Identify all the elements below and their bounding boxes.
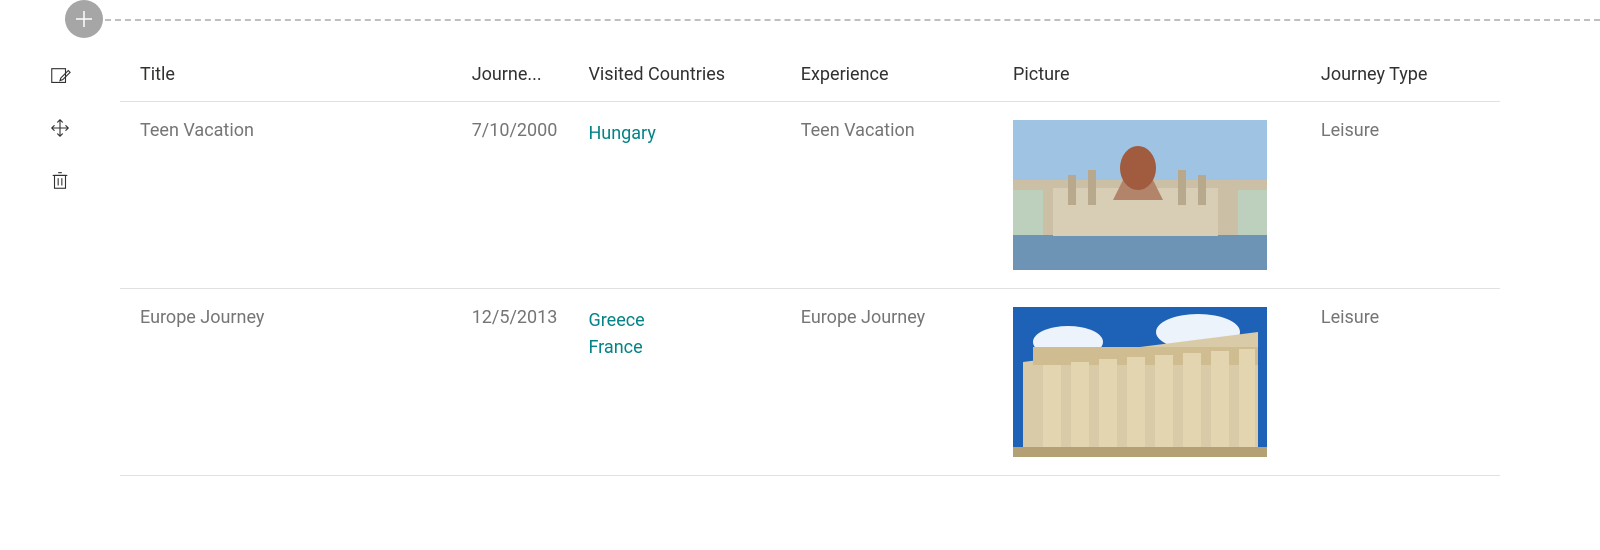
cell-experience: Teen Vacation: [789, 102, 1001, 289]
cell-type: Leisure: [1309, 289, 1500, 476]
dashed-divider-line: [65, 19, 1600, 21]
item-toolbar: [0, 46, 120, 476]
cell-title: Europe Journey: [120, 289, 460, 476]
plus-icon: [75, 10, 93, 28]
cell-countries: Hungary: [576, 102, 788, 289]
cell-date: 7/10/2000: [460, 102, 577, 289]
journey-picture: [1013, 120, 1267, 270]
country-link[interactable]: Hungary: [588, 120, 776, 147]
trash-icon: [49, 169, 71, 191]
edit-icon: [49, 65, 71, 87]
cell-title: Teen Vacation: [120, 102, 460, 289]
table-row[interactable]: Teen Vacation 7/10/2000 Hungary Teen Vac…: [120, 102, 1500, 289]
column-header-countries[interactable]: Visited Countries: [576, 46, 788, 102]
country-link[interactable]: Greece: [588, 307, 776, 334]
move-button[interactable]: [48, 116, 72, 140]
country-link[interactable]: France: [588, 334, 776, 361]
cell-countries: Greece France: [576, 289, 788, 476]
edit-button[interactable]: [48, 64, 72, 88]
cell-experience: Europe Journey: [789, 289, 1001, 476]
table-row[interactable]: Europe Journey 12/5/2013 Greece France E…: [120, 289, 1500, 476]
add-button[interactable]: [65, 0, 103, 38]
column-header-experience[interactable]: Experience: [789, 46, 1001, 102]
delete-button[interactable]: [48, 168, 72, 192]
section-divider: [0, 0, 1600, 40]
move-icon: [49, 117, 71, 139]
column-header-picture[interactable]: Picture: [1001, 46, 1309, 102]
cell-date: 12/5/2013: [460, 289, 577, 476]
cell-picture: [1001, 102, 1309, 289]
column-header-date[interactable]: Journe...: [460, 46, 577, 102]
journey-picture: [1013, 307, 1267, 457]
table-header-row: Title Journe... Visited Countries Experi…: [120, 46, 1500, 102]
column-header-title[interactable]: Title: [120, 46, 460, 102]
column-header-type[interactable]: Journey Type: [1309, 46, 1500, 102]
journeys-table: Title Journe... Visited Countries Experi…: [120, 46, 1500, 476]
cell-picture: [1001, 289, 1309, 476]
cell-type: Leisure: [1309, 102, 1500, 289]
